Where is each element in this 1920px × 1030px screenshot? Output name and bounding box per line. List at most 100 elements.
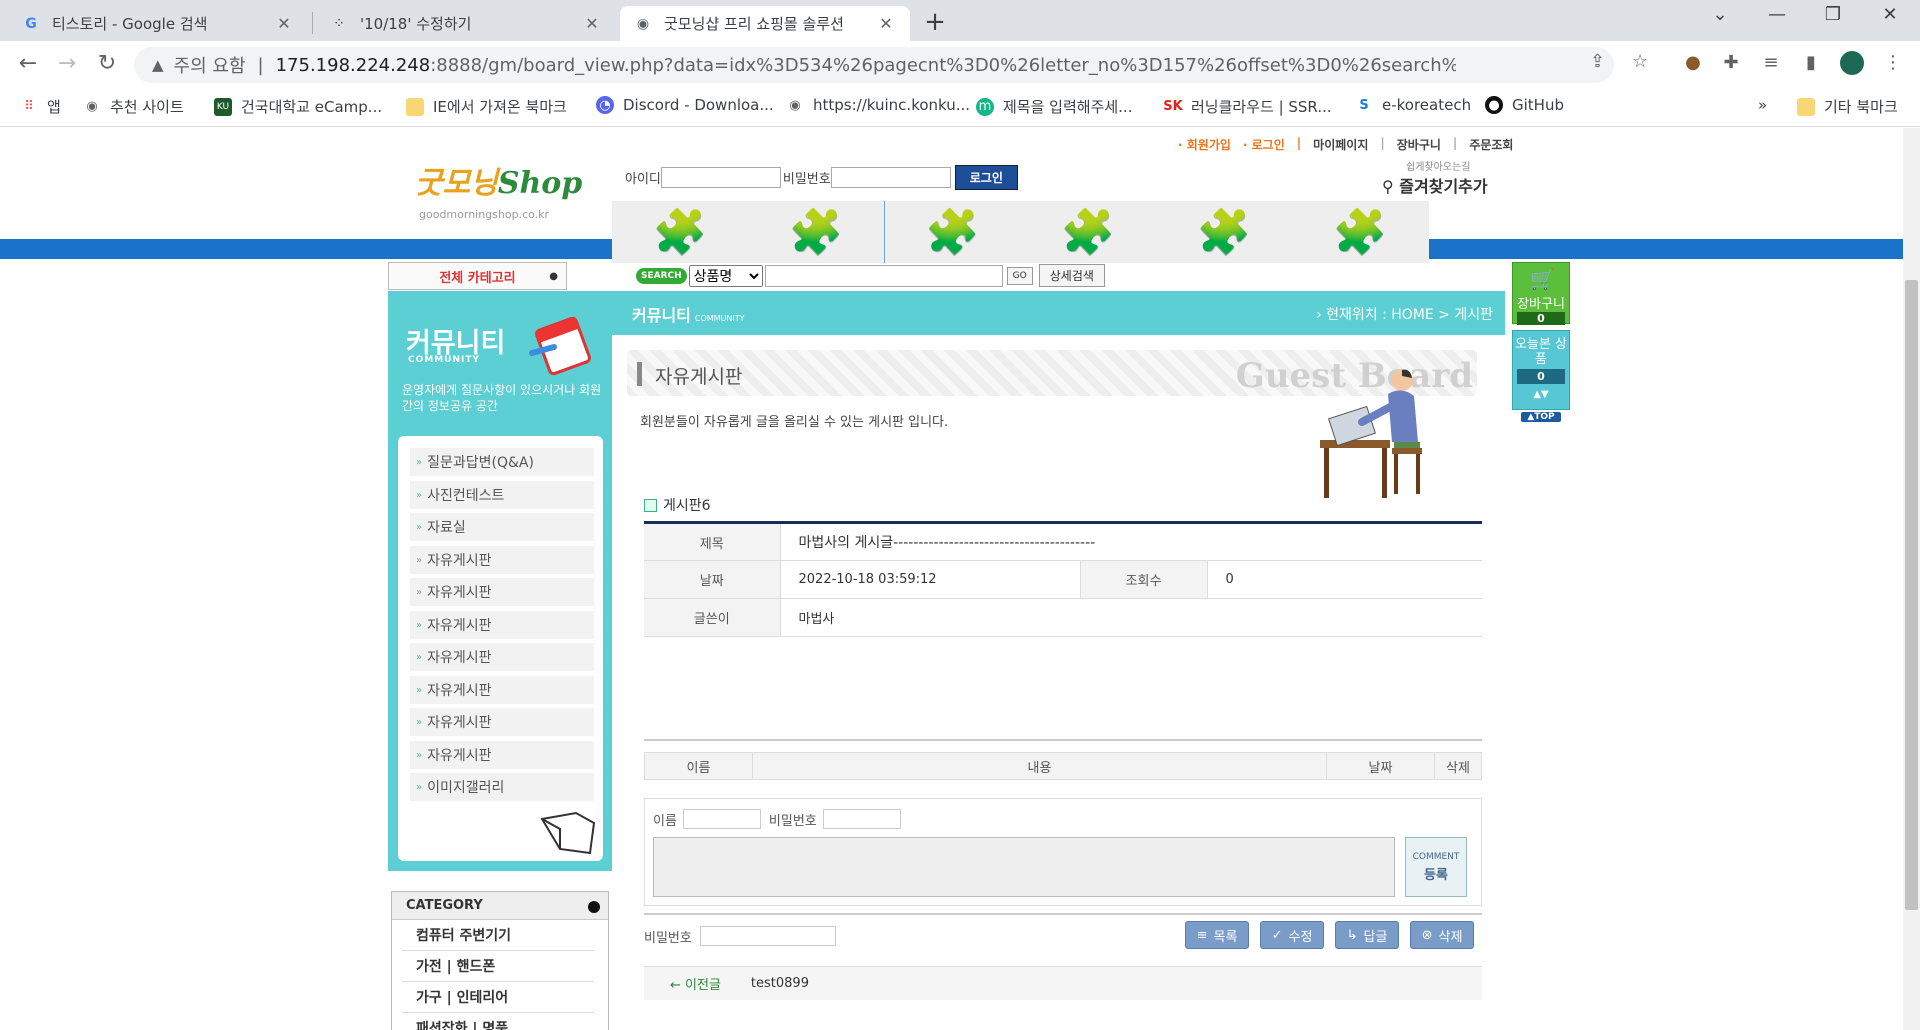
bookmark-sk[interactable]: SK 러닝클라우드 | SSR...: [1163, 96, 1331, 117]
bookmark-koreatech[interactable]: Se-koreatech: [1355, 96, 1471, 114]
reload-icon[interactable]: ↻: [93, 51, 121, 76]
bookmark-apps[interactable]: ⠿ 앱: [20, 96, 61, 117]
new-tab-icon[interactable]: +: [921, 7, 949, 37]
bookmark-m[interactable]: m 제목을 입력해주세...: [976, 96, 1132, 117]
edit-button[interactable]: ✓ 수정: [1260, 921, 1324, 949]
reply-button[interactable]: ↳ 답글: [1335, 921, 1399, 949]
login-form: 아이디 비밀번호 로그인: [625, 165, 1018, 190]
login-button[interactable]: 로그인: [954, 165, 1018, 190]
bookmark-other[interactable]: 기타 북마크: [1797, 96, 1898, 117]
comment-name-input[interactable]: [682, 809, 761, 829]
quick-cart-button[interactable]: 🛒 장바구니 0: [1512, 262, 1570, 325]
extensions-icon[interactable]: ✚: [1718, 52, 1744, 73]
bookmark-label: Discord - Downloa...: [623, 96, 774, 114]
restore-icon[interactable]: ❐: [1813, 4, 1853, 25]
sidebar-item-free-board[interactable]: » 자유게시판: [410, 708, 594, 736]
forward-icon[interactable]: →: [53, 51, 81, 76]
bookmark-github[interactable]: ● GitHub: [1485, 96, 1564, 114]
tab-search-icon[interactable]: ⌄: [1700, 4, 1740, 25]
close-icon[interactable]: ✕: [582, 14, 602, 33]
category-item[interactable]: 패션잡화 | 명품: [402, 1013, 594, 1030]
sidebar-item-archive[interactable]: » 자료실: [410, 513, 594, 541]
sidebar-item-free-board[interactable]: » 자유게시판: [410, 578, 594, 606]
add-favorite-button[interactable]: 쉽게찾아오는길 ⚲ 즐겨찾기추가: [1382, 158, 1488, 197]
sidebar-item-label: 자유게시판: [427, 585, 492, 601]
search-type-select[interactable]: 상품명: [688, 264, 763, 287]
sidebar-item-free-board[interactable]: » 자유게시판: [410, 611, 594, 639]
scroll-arrows-icon[interactable]: ▲▼: [1533, 389, 1548, 400]
window-close-icon[interactable]: ✕: [1870, 4, 1910, 25]
page-scrollbar[interactable]: [1903, 128, 1920, 1030]
tab-strip: G 티스토리 - Google 검색 ✕ ⁘ '10/18' 수정하기 ✕ ◉ …: [0, 0, 1920, 41]
go-button[interactable]: GO: [1006, 266, 1033, 285]
bookmark-kuinc[interactable]: ◉ https://kuinc.konku...: [786, 96, 970, 114]
post-info-table: 제목 마법사의 게시글-----------------------------…: [644, 521, 1482, 637]
sidebar-item-image-gallery[interactable]: » 이미지갤러리: [410, 773, 594, 801]
order-lookup-link[interactable]: 주문조회: [1469, 136, 1513, 153]
search-input[interactable]: [764, 264, 1003, 287]
quick-today-viewed[interactable]: 오늘본 상품 0 ▲▼: [1512, 330, 1570, 410]
advanced-search-button[interactable]: 상세검색: [1038, 264, 1105, 287]
menu-item-puzzle-icon[interactable]: 🧩: [1020, 201, 1156, 263]
more-bookmarks-icon[interactable]: »: [1758, 96, 1767, 114]
comment-submit-button[interactable]: COMMENT 등록: [1405, 837, 1467, 897]
sidebar-item-label: 질문과답변(Q&A): [427, 455, 534, 471]
site-logo[interactable]: 굿모닝Shop goodmorningshop.co.kr: [405, 156, 595, 230]
tab-goodmorning-shop[interactable]: ◉ 굿모닝샵 프리 쇼핑몰 솔루션 ✕: [620, 6, 910, 41]
back-icon[interactable]: ←: [14, 51, 42, 76]
close-icon[interactable]: ✕: [274, 14, 294, 33]
delete-button[interactable]: ⊗ 삭제: [1410, 921, 1474, 949]
category-item[interactable]: 컴퓨터 주변기기: [402, 920, 594, 951]
sidepanel-icon[interactable]: ▮: [1798, 52, 1824, 73]
cookie-icon[interactable]: ●: [1680, 52, 1706, 73]
menu-icon[interactable]: ⋮: [1880, 52, 1906, 73]
globe-icon: ◉: [789, 97, 801, 113]
separator: |: [257, 54, 264, 76]
sidebar-item-photo-contest[interactable]: » 사진컨테스트: [410, 481, 594, 509]
bookmark-ie-folder[interactable]: IE에서 가져온 북마크: [406, 96, 567, 117]
signup-link[interactable]: · 회원가입: [1178, 136, 1231, 153]
tab-tistory-edit[interactable]: ⁘ '10/18' 수정하기 ✕: [316, 6, 616, 41]
category-item[interactable]: 가전 | 핸드폰: [402, 951, 594, 982]
url-text: 175.198.224.248:8888/gm/board_view.php?d…: [276, 55, 1456, 76]
share-icon[interactable]: ⇪: [1590, 51, 1605, 72]
menu-item-puzzle-icon[interactable]: 🧩: [1292, 201, 1428, 263]
address-bar[interactable]: ▲ 주의 요함 | 175.198.224.248:8888/gm/board_…: [134, 47, 1614, 83]
prev-post-link[interactable]: test0899: [751, 976, 809, 991]
all-category-button[interactable]: 전체 카테고리 ●: [388, 262, 567, 290]
tab-google-search[interactable]: G 티스토리 - Google 검색 ✕: [8, 6, 308, 41]
cart-link[interactable]: 장바구니: [1397, 136, 1441, 153]
bookmark-discord[interactable]: ◔ Discord - Downloa...: [596, 96, 774, 114]
close-icon[interactable]: ✕: [876, 14, 896, 33]
sidebar-item-free-board[interactable]: » 자유게시판: [410, 741, 594, 769]
star-icon[interactable]: ☆: [1632, 51, 1648, 72]
minimize-icon[interactable]: —: [1757, 4, 1797, 25]
mypage-link[interactable]: 마이페이지: [1313, 136, 1368, 153]
media-icon[interactable]: ≡: [1758, 52, 1784, 73]
login-link[interactable]: · 로그인: [1243, 136, 1285, 153]
menu-item-puzzle-icon[interactable]: 🧩: [612, 201, 748, 263]
scrollbar-thumb[interactable]: [1905, 280, 1918, 910]
scroll-top-button[interactable]: ▲TOP: [1521, 412, 1561, 422]
sidebar-item-free-board[interactable]: » 자유게시판: [410, 643, 594, 671]
bookmark-recommended[interactable]: ◉ 추천 사이트: [83, 96, 183, 117]
sidebar-item-qna[interactable]: » 질문과답변(Q&A): [410, 448, 594, 476]
list-button[interactable]: ≡ 목록: [1185, 921, 1249, 949]
comment-textarea[interactable]: [653, 837, 1395, 897]
avatar[interactable]: [1840, 51, 1864, 75]
ku-icon: KU: [214, 97, 232, 116]
sidebar-menu: » 질문과답변(Q&A) » 사진컨테스트 » 자료실 » 자유게시판 » 자유게시판 »…: [398, 436, 603, 861]
menu-item-puzzle-icon[interactable]: 🧩: [748, 201, 884, 263]
category-item[interactable]: 가구 | 인테리어: [402, 982, 594, 1013]
comment-pw-input[interactable]: [822, 809, 901, 829]
action-pw-input[interactable]: [699, 926, 836, 946]
divider: [644, 913, 1482, 915]
sidebar-item-free-board[interactable]: » 자유게시판: [410, 676, 594, 704]
bookmark-konkuk[interactable]: KU 건국대학교 eCamp...: [214, 96, 382, 117]
pw-input[interactable]: [830, 167, 951, 188]
subject-value: 마법사의 게시글--------------------------------…: [780, 522, 1482, 561]
menu-item-puzzle-icon[interactable]: 🧩: [884, 201, 1020, 263]
sidebar-item-free-board[interactable]: » 자유게시판: [410, 546, 594, 574]
id-input[interactable]: [660, 167, 781, 188]
menu-item-puzzle-icon[interactable]: 🧩: [1156, 201, 1292, 263]
